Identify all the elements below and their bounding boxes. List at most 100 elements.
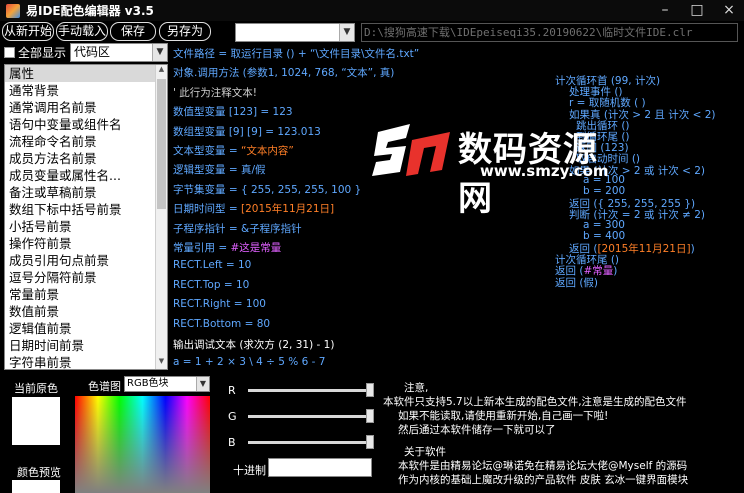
note-line-1: 本软件只支持5.7以上新本生成的配色文件,注意是生成的配色文件 <box>383 396 687 408</box>
g-label: G <box>228 410 237 423</box>
manual-load-button[interactable]: 手动载入 <box>56 22 108 41</box>
list-scrollbar[interactable]: ▲ ▼ <box>155 65 167 369</box>
code-line: 字节集变量 = { 255, 255, 255, 100 } <box>173 182 361 197</box>
save-as-button[interactable]: 另存为 <box>159 22 211 41</box>
code-token: 输出调试文本 (求次方 (2, 31) - 1) <box>173 339 335 351</box>
window-title: 易IDE配色编辑器 v3.5 <box>26 4 154 18</box>
list-item[interactable]: 字符串前景 <box>5 354 157 369</box>
g-slider-thumb[interactable] <box>366 409 374 423</box>
list-item[interactable]: 成员方法名前景 <box>5 150 157 167</box>
color-scheme-select[interactable]: ▼ <box>235 23 355 42</box>
category-value: 代码区 <box>74 45 111 59</box>
list-item[interactable]: 属性 <box>5 65 157 82</box>
code-token: 逻辑型变量 = 真/假 <box>173 164 266 177</box>
list-item[interactable]: 小括号前景 <box>5 218 157 235</box>
show-all-label: 全部显示 <box>18 46 67 60</box>
decimal-color-input[interactable] <box>268 458 372 477</box>
list-item[interactable]: 通常调用名前景 <box>5 99 157 116</box>
palette-mode-select[interactable]: RGB色块 ▼ <box>124 376 210 392</box>
palette-label: 色谱图 <box>88 380 121 393</box>
list-item[interactable]: 流程命令名前景 <box>5 133 157 150</box>
preview-label: 颜色预览 <box>17 466 61 479</box>
list-item[interactable]: 数组下标中括号前景 <box>5 201 157 218</box>
code-line: 日期时间型 = [2015年11月21日] <box>173 201 334 216</box>
b-slider-track[interactable] <box>248 441 374 444</box>
r-slider-thumb[interactable] <box>366 383 374 397</box>
b-label: B <box>228 436 236 449</box>
code-token: 文本型变量 = <box>173 145 241 157</box>
code-line: 对象.调用方法 (参数1, 1024, 768, “文本”, 真) <box>173 65 394 80</box>
note-line-2: 如果不能读取,请使用重新开始,自己画一下啦! <box>398 410 609 422</box>
color-panel: 当前原色 颜色预览 色谱图 RGB色块 ▼ R G B 十进制 注意, 本软件只… <box>0 372 744 493</box>
r-slider-track[interactable] <box>248 389 374 392</box>
code-token: 对象.调用方法 (参数1, 1024, 768, “文本”, 真) <box>173 67 395 80</box>
minimize-icon[interactable]: – <box>658 3 672 17</box>
close-icon[interactable]: × <box>722 3 736 17</box>
decimal-label: 十进制 <box>233 464 266 477</box>
list-item[interactable]: 通常背景 <box>5 82 157 99</box>
code-line: RECT.Left = 10 <box>173 259 251 271</box>
chevron-down-icon[interactable]: ▼ <box>152 44 167 61</box>
code-token: “文本内容” <box>240 145 294 157</box>
code-token: 数值型变量 [123] = 123 <box>173 106 293 119</box>
scroll-down-icon[interactable]: ▼ <box>156 357 167 369</box>
g-slider-track[interactable] <box>248 415 374 418</box>
list-item[interactable]: 数值前景 <box>5 303 157 320</box>
list-item[interactable]: 逻辑值前景 <box>5 320 157 337</box>
palette-mode-value: RGB色块 <box>127 378 169 389</box>
code-line: 文本型变量 = “文本内容” <box>173 143 294 158</box>
code-token: ' 此行为注释文本! <box>173 86 257 99</box>
list-item[interactable]: 成员变量或属性名... <box>5 167 157 184</box>
element-list[interactable]: 属性 通常背景 通常调用名前景 语句中变量或组件名 流程命令名前景 成员方法名前景 成员变量… <box>4 64 168 370</box>
note-line-4: 关于软件 <box>404 446 446 458</box>
scroll-up-icon[interactable]: ▲ <box>156 65 167 77</box>
code-line: b = 400 <box>583 230 625 242</box>
b-slider-thumb[interactable] <box>366 435 374 449</box>
code-token: 常量引用 = <box>173 242 231 254</box>
code-line: RECT.Right = 100 <box>173 298 266 310</box>
scroll-thumb[interactable] <box>157 79 166 209</box>
code-line: 数组型变量 [9] [9] = 123.013 <box>173 124 321 139</box>
save-button[interactable]: 保存 <box>110 22 156 41</box>
watermark-logo-icon <box>372 124 450 176</box>
preview-color-swatch <box>12 480 60 493</box>
code-line: 返回 (假) <box>555 275 598 290</box>
code-token: RECT.Left = 10 <box>173 259 252 272</box>
note-line-3: 然后通过本软件储存一下就可以了 <box>398 424 556 436</box>
show-all-checkbox[interactable]: 全部显示 <box>4 44 66 61</box>
code-token: 数组型变量 [9] [9] = 123.013 <box>173 125 321 138</box>
note-line-0: 注意, <box>404 382 429 394</box>
code-token: RECT.Bottom = 80 <box>173 317 271 330</box>
code-token: 返回 (假) <box>555 276 599 289</box>
list-item[interactable]: 日期时间前景 <box>5 337 157 354</box>
code-line: 文件路径 = 取运行目录 () + “\文件目录\文件名.txt” <box>173 46 419 61</box>
list-item[interactable]: 备注或草稿前景 <box>5 184 157 201</box>
list-item[interactable]: 逗号分隔符前景 <box>5 269 157 286</box>
category-select[interactable]: 代码区 ▼ <box>70 43 168 62</box>
code-line: ' 此行为注释文本! <box>173 85 257 100</box>
code-line: RECT.Top = 10 <box>173 279 249 291</box>
list-item[interactable]: 操作符前景 <box>5 235 157 252</box>
code-token: a = 300 <box>583 218 625 231</box>
code-line: 数值型变量 [123] = 123 <box>173 104 293 119</box>
chevron-down-icon[interactable]: ▼ <box>339 24 354 41</box>
file-path-field[interactable]: D:\搜狗高速下载\IDEpeiseqi35.20190622\临时文件IDE.… <box>361 23 738 42</box>
code-line: 子程序指针 = &子程序指针 <box>173 221 302 236</box>
code-line: a = 300 <box>583 219 625 231</box>
r-label: R <box>228 384 236 397</box>
maximize-icon[interactable]: □ <box>690 3 704 17</box>
note-line-5: 本软件是由精易论坛@琳诺免在精易论坛大佬@Myself 的源码 <box>398 460 688 472</box>
list-item[interactable]: 语句中变量或组件名 <box>5 116 157 133</box>
code-token: [2015年11月21日] <box>240 203 335 216</box>
watermark-url: www.smzy.com <box>480 162 609 180</box>
list-item[interactable]: 成员引用句点前景 <box>5 252 157 269</box>
checkbox-box[interactable] <box>4 47 15 58</box>
list-item[interactable]: 常量前景 <box>5 286 157 303</box>
chevron-down-icon[interactable]: ▼ <box>196 377 209 391</box>
restart-button[interactable]: 从新开始 <box>2 22 54 41</box>
code-token: 子程序指针 = &子程序指针 <box>173 222 302 235</box>
code-token: RECT.Top = 10 <box>173 278 250 291</box>
code-line: RECT.Bottom = 80 <box>173 318 270 330</box>
current-color-swatch <box>12 397 60 445</box>
color-spectrum[interactable] <box>75 396 210 493</box>
